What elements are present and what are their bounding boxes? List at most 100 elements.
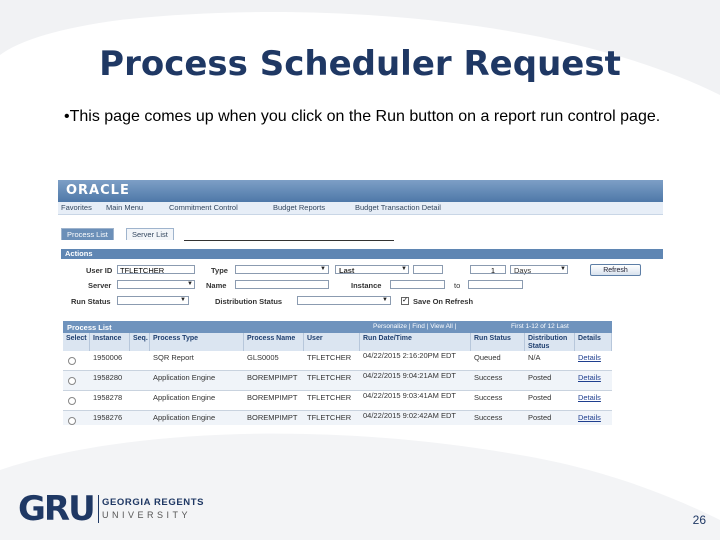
row-details-link[interactable]: Details <box>575 411 612 425</box>
name-label: Name <box>206 281 227 290</box>
row-seq <box>130 391 150 410</box>
logo-divider <box>98 495 99 523</box>
server-dropdown-icon[interactable]: ▼ <box>187 281 193 287</box>
row-seq <box>130 371 150 390</box>
last-select[interactable] <box>335 265 409 274</box>
type-dropdown-icon[interactable]: ▼ <box>320 266 326 272</box>
user-id-input[interactable]: TFLETCHER <box>117 265 195 274</box>
distribution-status-label: Distribution Status <box>215 297 283 306</box>
row-process-name: BOREMPIMPT <box>247 413 298 422</box>
row-run-datetime: 04/22/2015 2:16:20PM EDT <box>363 351 456 360</box>
nav-budget-reports[interactable]: Budget Reports <box>273 203 325 212</box>
row-process-name: GLS0005 <box>247 353 279 362</box>
row-select-radio[interactable] <box>68 417 76 425</box>
slide-title: Process Scheduler Request <box>99 44 621 84</box>
row-details-link[interactable]: Details <box>575 391 612 410</box>
days-dropdown-icon[interactable]: ▼ <box>560 266 566 272</box>
table-row[interactable]: 1950006 SQR Report GLS0005 TFLETCHER 04/22/2… <box>63 351 612 371</box>
nav-commitment-control[interactable]: Commitment Control <box>169 203 238 212</box>
col-details: Details <box>575 333 612 351</box>
nav-budget-transaction-detail[interactable]: Budget Transaction Detail <box>355 203 441 212</box>
row-run-status: Success <box>474 373 503 382</box>
row-user: TFLETCHER <box>307 413 352 422</box>
col-instance[interactable]: Instance <box>90 333 130 351</box>
oracle-header: ORACLE <box>58 180 663 202</box>
server-select[interactable] <box>117 280 195 289</box>
row-instance: 1958280 <box>93 373 123 382</box>
type-label: Type <box>211 266 228 275</box>
col-process-type[interactable]: Process Type <box>150 333 244 351</box>
col-process-name[interactable]: Process Name <box>244 333 304 351</box>
instance-label: Instance <box>351 281 382 290</box>
col-distribution-status[interactable]: Distribution Status <box>525 333 575 351</box>
row-process-name: BOREMPIMPT <box>247 393 298 402</box>
user-id-label: User ID <box>86 266 113 275</box>
row-instance: 1958276 <box>93 413 123 422</box>
actions-header: Actions <box>61 249 663 259</box>
grid-navigation[interactable]: Personalize | Find | View All | <box>373 323 456 330</box>
grid-title: Process List <box>67 323 112 332</box>
col-user[interactable]: User <box>304 333 360 351</box>
instance-from-input[interactable] <box>390 280 445 289</box>
row-details-link[interactable]: Details <box>575 351 612 370</box>
last-blank-input[interactable] <box>413 265 443 274</box>
server-label: Server <box>88 281 112 290</box>
nav-favorites[interactable]: Favorites <box>61 203 92 212</box>
row-run-status: Queued <box>474 353 501 362</box>
row-process-name: BOREMPIMPT <box>247 373 298 382</box>
nav-main-menu[interactable]: Main Menu <box>106 203 143 212</box>
row-run-status: Success <box>474 413 503 422</box>
row-run-status: Success <box>474 393 503 402</box>
last-count-input[interactable]: 1 <box>470 265 506 274</box>
table-row[interactable]: 1958276 Application Engine BOREMPIMPT TFLET… <box>63 411 612 425</box>
row-process-type: Application Engine <box>153 393 216 402</box>
col-run-status[interactable]: Run Status <box>471 333 525 351</box>
row-run-datetime: 04/22/2015 9:04:21AM EDT <box>363 371 456 380</box>
distribution-status-dropdown-icon[interactable]: ▼ <box>382 297 388 303</box>
last-dropdown-icon[interactable]: ▼ <box>401 266 407 272</box>
row-select-radio[interactable] <box>68 377 76 385</box>
table-row[interactable]: 1958278 Application Engine BOREMPIMPT TFLET… <box>63 391 612 411</box>
tab-server-list[interactable]: Server List <box>126 228 174 240</box>
logo-line-1: GEORGIA REGENTS <box>102 497 205 508</box>
run-status-select[interactable] <box>117 296 189 305</box>
instance-to-input[interactable] <box>468 280 523 289</box>
grid-paging[interactable]: First 1-12 of 12 Last <box>511 323 569 330</box>
run-status-dropdown-icon[interactable]: ▼ <box>180 297 186 303</box>
row-select-radio[interactable] <box>68 397 76 405</box>
name-input[interactable] <box>235 280 329 289</box>
row-details-link[interactable]: Details <box>575 371 612 390</box>
instance-to-label: to <box>454 281 461 290</box>
row-distribution-status: Posted <box>528 373 552 382</box>
breadcrumb: Favorites Main Menu Commitment Control B… <box>58 202 663 215</box>
page-number: 26 <box>692 513 706 527</box>
run-status-label: Run Status <box>71 297 111 306</box>
row-process-type: SQR Report <box>153 353 194 362</box>
row-instance: 1958278 <box>93 393 123 402</box>
col-seq[interactable]: Seq. <box>130 333 150 351</box>
refresh-button[interactable]: Refresh <box>590 264 641 276</box>
table-row[interactable]: 1958280 Application Engine BOREMPIMPT TFLET… <box>63 371 612 391</box>
row-process-type: Application Engine <box>153 413 216 422</box>
col-run-datetime[interactable]: Run Date/Time <box>360 333 471 351</box>
col-select: Select <box>63 333 90 351</box>
row-run-datetime: 04/22/2015 9:02:42AM EDT <box>363 411 456 420</box>
gru-logo: GRU GEORGIA REGENTS UNIVERSITY <box>18 489 203 529</box>
save-on-refresh-checkbox[interactable]: ✓ <box>401 297 409 305</box>
row-seq <box>130 411 150 425</box>
row-user: TFLETCHER <box>307 393 352 402</box>
row-distribution-status: N/A <box>528 353 541 362</box>
tab-process-list[interactable]: Process List <box>61 228 114 240</box>
slide-bullet: •This page comes up when you click on th… <box>64 108 661 125</box>
row-instance: 1950006 <box>93 353 123 362</box>
row-select-radio[interactable] <box>68 357 76 365</box>
peoplesoft-screenshot: ORACLE Favorites Main Menu Commitment Co… <box>58 180 663 425</box>
logo-mark: GRU <box>18 489 96 529</box>
logo-line-2: UNIVERSITY <box>102 510 192 520</box>
tab-divider <box>184 240 394 241</box>
type-select[interactable] <box>235 265 329 274</box>
distribution-status-select[interactable] <box>297 296 391 305</box>
row-run-datetime: 04/22/2015 9:03:41AM EDT <box>363 391 456 400</box>
oracle-logo: ORACLE <box>66 183 130 198</box>
row-user: TFLETCHER <box>307 353 352 362</box>
